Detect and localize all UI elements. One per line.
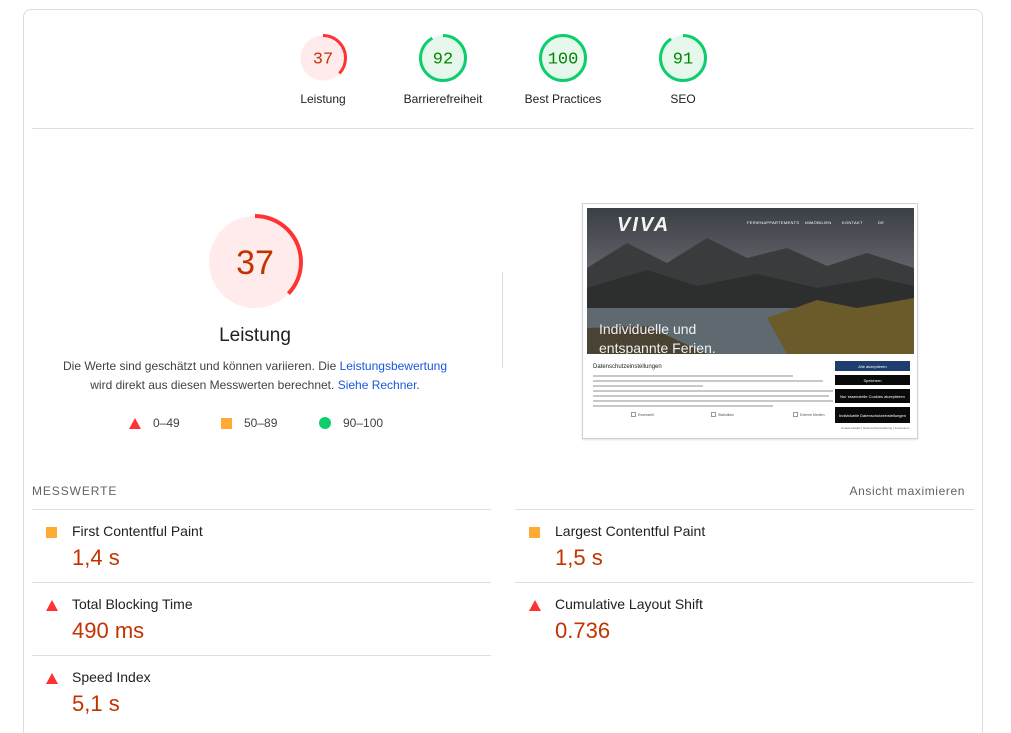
- metric-value: 1,5 s: [555, 545, 603, 570]
- cookie-banner-text: [593, 375, 835, 410]
- metric-name: Speed Index: [72, 669, 151, 685]
- cookie-check-essential: Essenziell: [631, 412, 654, 417]
- gauge-performance-score: 37: [313, 51, 333, 70]
- metric-value: 0.736: [555, 618, 611, 643]
- metric-value: 490 ms: [72, 618, 145, 643]
- gauge-accessibility-icon: 92: [419, 34, 467, 82]
- metric-value: 1,4 s: [72, 545, 120, 570]
- metric-name: Total Blocking Time: [72, 596, 193, 612]
- square-icon: [46, 527, 57, 538]
- cookie-banner-footer: Cookie-Details | Datenschutzerklärung | …: [841, 426, 910, 430]
- site-nav-2: IMMOBILIEN: [805, 220, 832, 225]
- gauge-accessibility[interactable]: 92 Barrierefreiheit: [383, 33, 503, 106]
- legend-fail: 0–49: [129, 416, 180, 430]
- cookie-check-stats: Statistiken: [711, 412, 734, 417]
- calculator-link[interactable]: Siehe Rechner: [338, 378, 417, 392]
- metric-name: Cumulative Layout Shift: [555, 596, 703, 612]
- hero-line-2: entspannte Ferien.: [599, 340, 716, 354]
- category-gauges: 37 Leistung 92 Barrierefreiheit 100 Best…: [0, 0, 1011, 128]
- legend-pass-range: 90–100: [343, 416, 384, 430]
- gauge-best-practices-score: 100: [548, 51, 579, 70]
- check-label-2: Statistiken: [718, 412, 735, 417]
- site-nav-1: FERIENAPPARTEMENTS: [747, 220, 800, 225]
- site-nav-3: KONTAKT: [842, 220, 863, 225]
- save-button: Speichern: [835, 375, 910, 385]
- desc-text-1: Die Werte sind geschätzt und können vari…: [62, 359, 340, 373]
- section-divider: [502, 272, 503, 368]
- expand-view-toggle[interactable]: Ansicht maximieren: [849, 484, 965, 498]
- gauge-accessibility-score: 92: [433, 51, 453, 70]
- final-screenshot[interactable]: VIVA FERIENAPPARTEMENTS IMMOBILIEN KONTA…: [582, 203, 918, 439]
- gauge-best-practices[interactable]: 100 Best Practices: [503, 33, 623, 106]
- performance-score-large: 37: [236, 244, 274, 282]
- metric-lcp: Largest Contentful Paint 1,5 s: [515, 509, 974, 582]
- desc-text-2: wird direkt aus diesen Messwerten berech…: [90, 378, 338, 392]
- gauge-seo-label: SEO: [670, 92, 696, 106]
- header-divider: [32, 128, 974, 129]
- performance-description: Die Werte sind geschätzt und können vari…: [40, 357, 470, 395]
- triangle-icon: [46, 673, 58, 684]
- gauge-best-practices-label: Best Practices: [524, 92, 602, 106]
- check-label-3: Externe Medien: [800, 412, 825, 417]
- gauge-performance[interactable]: 37 Leistung: [263, 33, 383, 106]
- metric-fcp: First Contentful Paint 1,4 s: [32, 509, 491, 582]
- triangle-icon: [529, 600, 541, 611]
- site-logo: VIVA: [617, 214, 671, 236]
- triangle-icon: [129, 417, 141, 429]
- hero-text: Individuelle und entspannte Ferien.: [599, 320, 716, 354]
- legend-pass: 90–100: [319, 416, 383, 430]
- scoring-link[interactable]: Leistungsbewertung: [340, 359, 447, 373]
- check-label-1: Essenziell: [638, 412, 654, 417]
- gauge-accessibility-label: Barrierefreiheit: [403, 92, 483, 106]
- legend-average-range: 50–89: [244, 416, 278, 430]
- individual-settings-button: Individuelle Datenschutzeinstellungen: [835, 407, 910, 423]
- gauge-performance-label: Leistung: [300, 92, 346, 106]
- circle-icon: [319, 417, 331, 429]
- performance-title: Leistung: [219, 325, 291, 346]
- cookie-check-media: Externe Medien: [793, 412, 825, 417]
- metrics-header: MESSWERTE: [32, 484, 118, 498]
- metric-name: First Contentful Paint: [72, 523, 203, 539]
- triangle-icon: [46, 600, 58, 611]
- gauge-performance-icon: 37: [299, 34, 347, 82]
- metric-value: 5,1 s: [72, 691, 120, 716]
- square-icon: [529, 527, 540, 538]
- metric-tbt: Total Blocking Time 490 ms: [32, 582, 491, 655]
- gauge-best-practices-icon: 100: [539, 34, 587, 82]
- cookie-banner-title: Datenschutzeinstellungen: [593, 364, 662, 370]
- gauge-seo[interactable]: 91 SEO: [623, 33, 743, 106]
- desc-text-3: .: [416, 378, 420, 392]
- gauge-seo-score: 91: [673, 51, 693, 70]
- site-nav-4: DE: [878, 220, 885, 225]
- hero-line-1: Individuelle und: [599, 321, 697, 337]
- metric-si: Speed Index 5,1 s: [32, 655, 491, 728]
- gauge-seo-icon: 91: [659, 34, 707, 82]
- screenshot-hero-image: VIVA FERIENAPPARTEMENTS IMMOBILIEN KONTA…: [587, 208, 914, 354]
- square-icon: [221, 417, 232, 429]
- performance-gauge-large: 37: [207, 214, 303, 310]
- accept-all-button: Alle akzeptieren: [835, 361, 910, 371]
- legend-average: 50–89: [221, 416, 277, 430]
- metric-name: Largest Contentful Paint: [555, 523, 706, 539]
- legend-fail-range: 0–49: [153, 416, 180, 430]
- metric-cls: Cumulative Layout Shift 0.736: [515, 582, 974, 655]
- essential-only-button: Nur essenzielle Cookies akzeptieren: [835, 389, 910, 403]
